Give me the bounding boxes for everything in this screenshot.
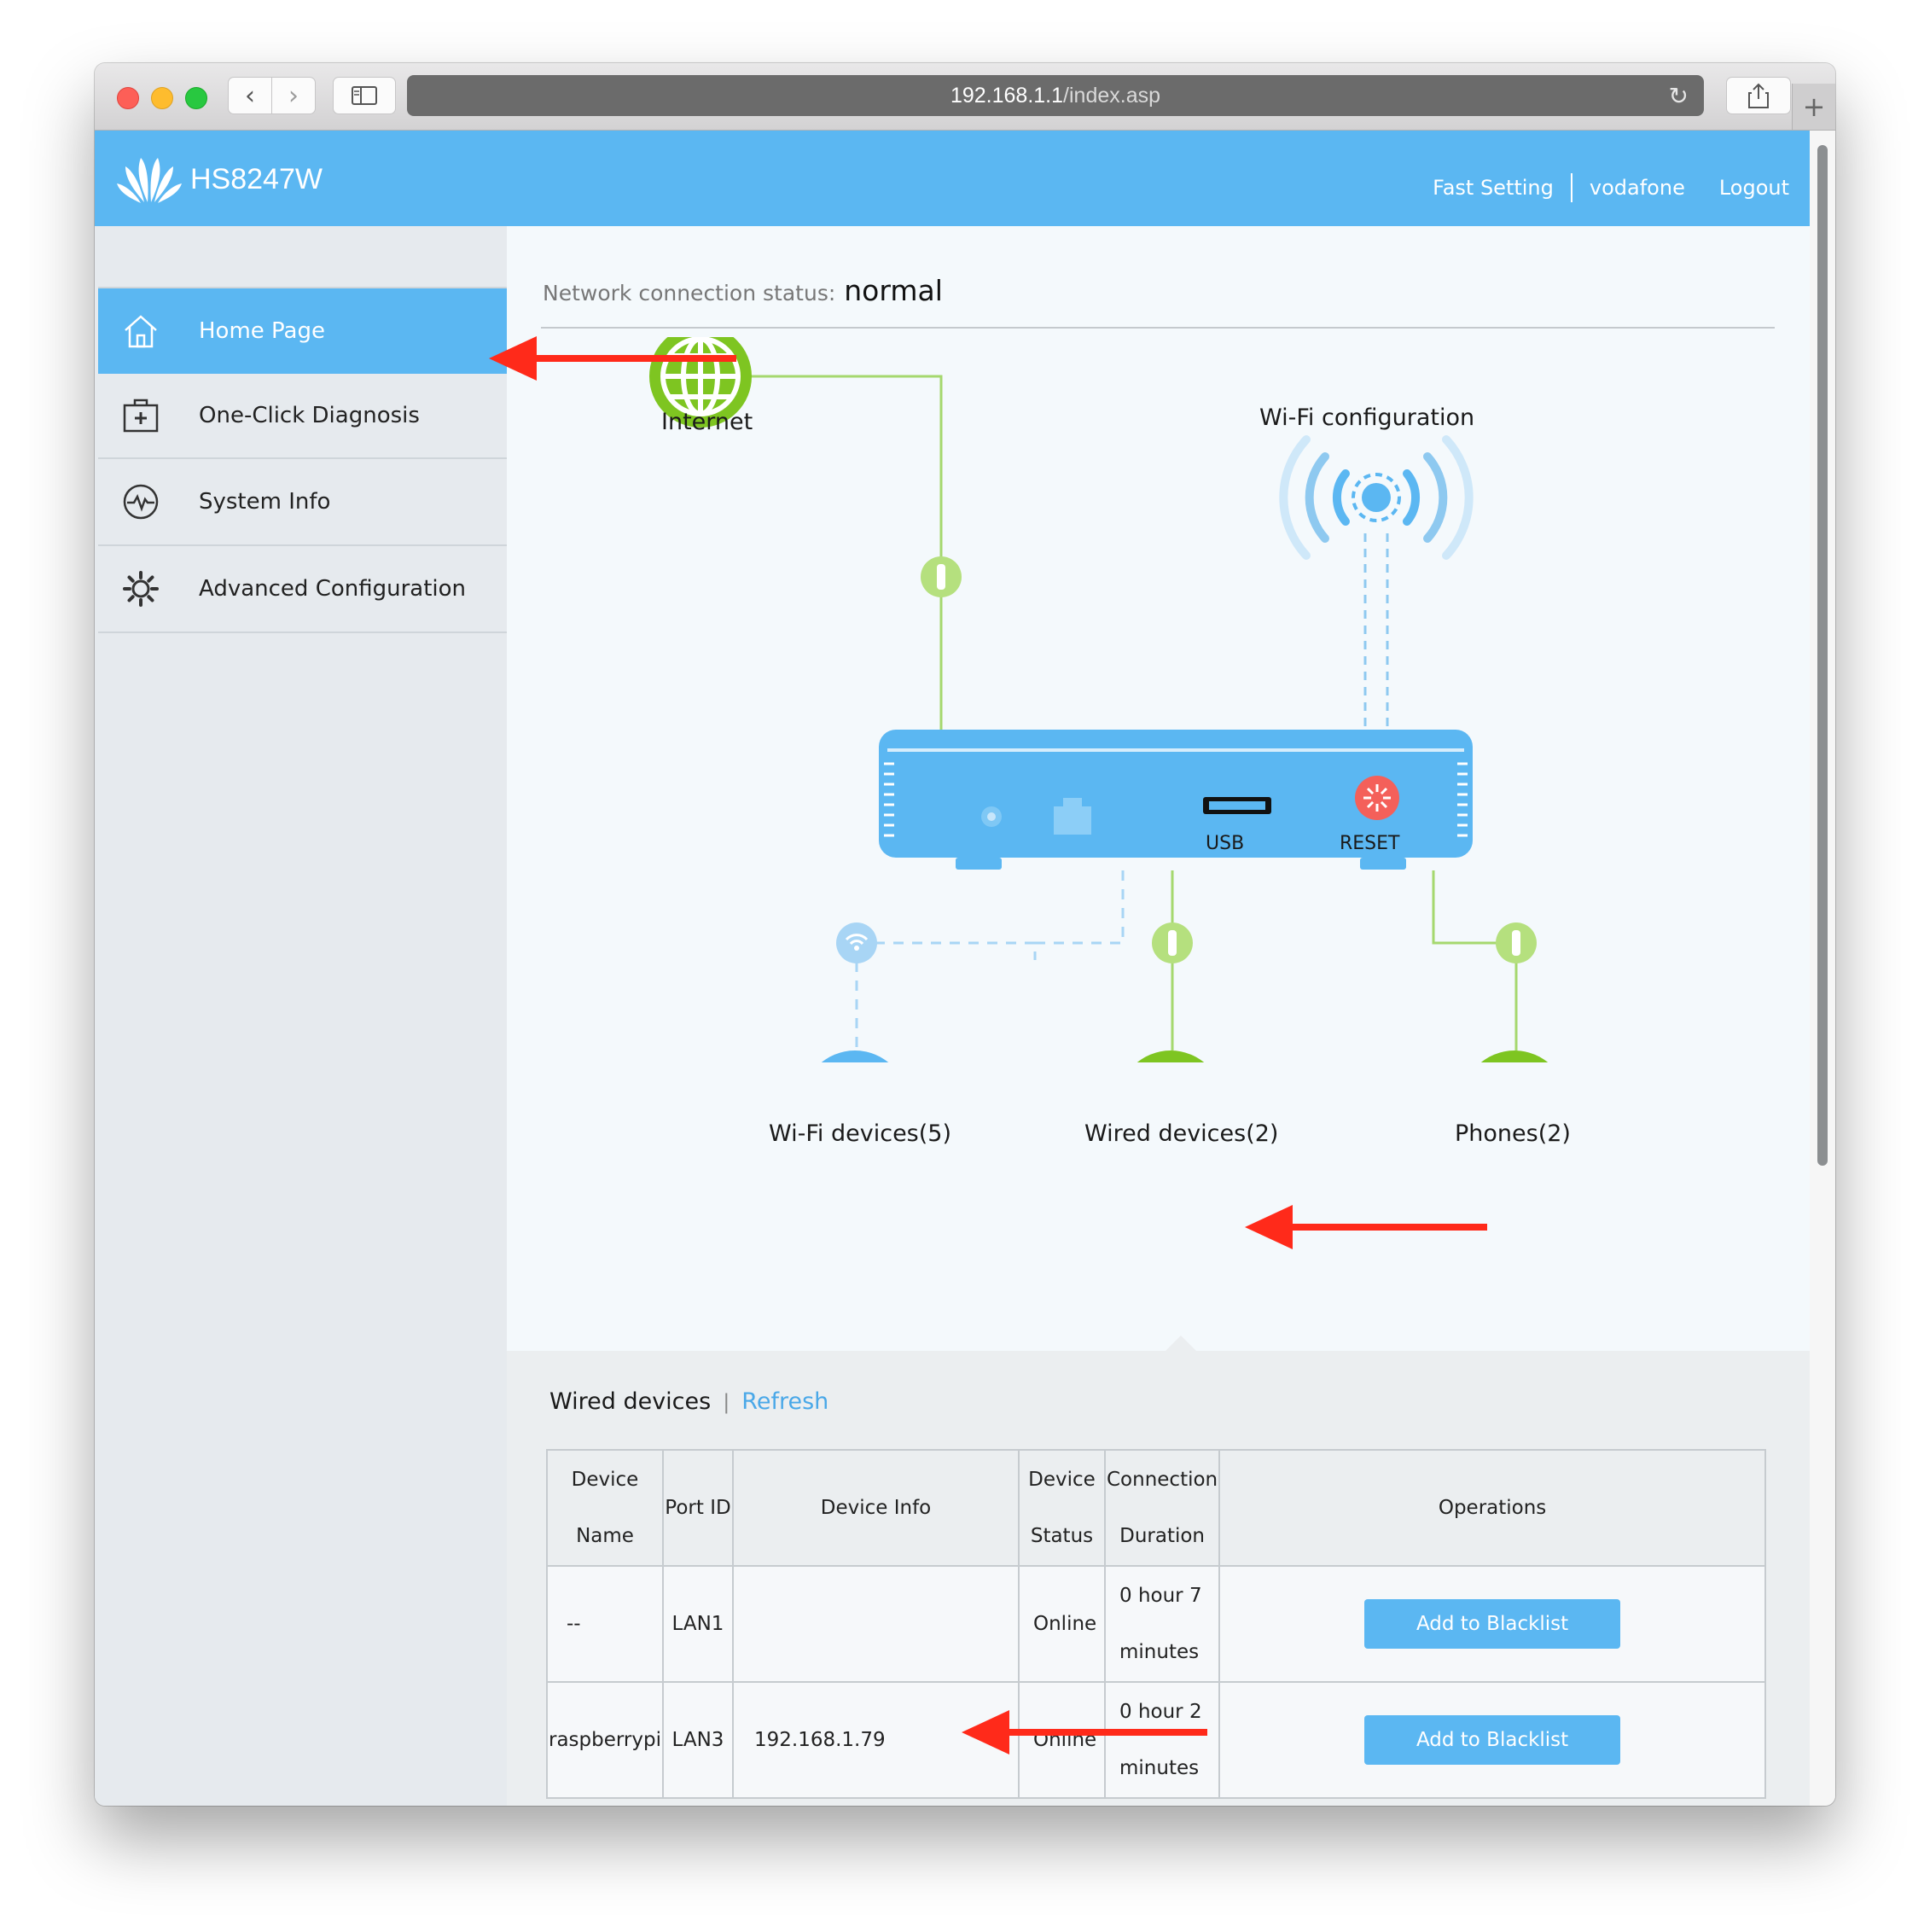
operations-cell: Add to Blacklist [1218, 1565, 1766, 1683]
wifi-devices-label[interactable]: Wi-Fi devices(5) [769, 1120, 951, 1147]
network-topology-diagram [649, 337, 1567, 1062]
sidebar-item-label: Advanced Configuration [199, 576, 467, 602]
internet-label: Internet [661, 409, 753, 435]
refresh-link[interactable]: Refresh [741, 1388, 828, 1415]
url-host: 192.168.1.1 [950, 83, 1064, 108]
fast-setting-link[interactable]: Fast Setting [1433, 176, 1554, 200]
wired-devices-label[interactable]: Wired devices(2) [1084, 1120, 1278, 1147]
network-status-label: Network connection status: [543, 281, 836, 306]
scrollbar-thumb[interactable] [1817, 145, 1828, 1166]
device-name-cell: raspberrypi [546, 1681, 664, 1799]
operations-cell: Add to Blacklist [1218, 1681, 1766, 1799]
cable-plug-icon [921, 556, 962, 597]
panel-title-separator: | [723, 1389, 730, 1414]
sidebar-item-label: One-Click Diagnosis [199, 403, 420, 428]
sidebar: Home Page One-Click Diagnosis System Inf… [95, 226, 507, 1806]
device-status-cell: Online [1018, 1565, 1106, 1683]
huawei-logo-icon [117, 158, 182, 203]
share-icon [1748, 83, 1769, 108]
device-info-cell [732, 1565, 1020, 1683]
header-divider [1570, 173, 1572, 202]
status-divider [541, 327, 1775, 329]
user-link[interactable]: vodafone [1590, 176, 1685, 200]
home-icon [120, 311, 161, 352]
new-tab-button[interactable]: + [1792, 84, 1835, 130]
sidebar-item-one-click-diagnosis[interactable]: One-Click Diagnosis [98, 374, 507, 459]
duration-unit: minutes [1119, 1641, 1200, 1663]
logout-link[interactable]: Logout [1719, 176, 1789, 200]
chevron-right-icon: › [288, 80, 299, 111]
sidebar-item-advanced-configuration[interactable]: Advanced Configuration [98, 546, 507, 633]
panel-title: Wired devices [549, 1388, 712, 1415]
column-header: Port ID [662, 1449, 734, 1567]
column-header: Connection Duration [1103, 1449, 1221, 1567]
app-header: HS8247W Fast Setting vodafone Logout [95, 131, 1810, 226]
sidebar-item-home-page[interactable]: Home Page [98, 288, 507, 374]
wired-devices-icon[interactable] [1118, 1050, 1224, 1062]
network-status-value: normal [844, 274, 943, 307]
column-header: Device Info [732, 1449, 1020, 1567]
browser-toolbar: ‹ › 192.168.1.1/index.asp ↻ + [95, 63, 1835, 131]
gear-icon [120, 568, 161, 609]
chevron-left-icon: ‹ [245, 80, 255, 111]
forward-button[interactable]: › [271, 77, 316, 114]
column-header: Device Name [546, 1449, 664, 1567]
main-content: Network connection status: normal Intern… [507, 226, 1810, 1806]
wifi-devices-icon[interactable] [802, 1050, 908, 1062]
diagnosis-kit-icon [120, 395, 161, 436]
pulse-icon [120, 481, 161, 522]
panel-pointer [1166, 1336, 1196, 1351]
phones-icon[interactable] [1462, 1050, 1567, 1062]
add-to-blacklist-button[interactable]: Add to Blacklist [1364, 1715, 1621, 1765]
url-path: /index.asp [1063, 83, 1161, 108]
browser-window: ‹ › 192.168.1.1/index.asp ↻ + HS8247W Fa… [95, 63, 1835, 1806]
wifi-configuration-link[interactable]: Wi-Fi configuration [1259, 404, 1474, 431]
reset-button-icon[interactable] [1355, 776, 1399, 820]
sidebar-item-label: Home Page [199, 318, 325, 344]
device-name-cell: -- [546, 1565, 664, 1683]
back-button[interactable]: ‹ [228, 77, 272, 114]
minimize-window-button[interactable] [151, 87, 173, 109]
column-header: Device Status [1018, 1449, 1106, 1567]
header-links: Fast Setting vodafone Logout [1433, 173, 1789, 202]
connection-duration-cell: 0 hour 7 minutes [1103, 1565, 1221, 1683]
port-id-cell: LAN1 [662, 1565, 734, 1683]
device-model-title: HS8247W [190, 163, 323, 195]
table-header-row: Device Name Port ID Device Info Device S… [546, 1449, 1766, 1567]
table-row: -- LAN1 Online 0 hour 7 minutes Add to B… [546, 1565, 1766, 1683]
sidebar-item-system-info[interactable]: System Info [98, 459, 507, 546]
zoom-window-button[interactable] [185, 87, 207, 109]
share-button[interactable] [1726, 77, 1791, 114]
cable-plug-icon [1152, 922, 1193, 963]
add-to-blacklist-button[interactable]: Add to Blacklist [1364, 1599, 1621, 1649]
network-status: Network connection status: normal [543, 274, 943, 307]
wifi-antenna-icon[interactable] [1279, 435, 1474, 560]
annotation-arrow-icon [962, 1710, 1207, 1755]
close-window-button[interactable] [117, 87, 139, 109]
panel-header: Wired devices | Refresh [549, 1388, 828, 1415]
port-id-cell: LAN3 [662, 1681, 734, 1799]
sidebar-icon [352, 86, 377, 105]
duration-value: 0 hour 7 [1119, 1585, 1202, 1607]
address-bar[interactable]: 192.168.1.1/index.asp ↻ [407, 75, 1704, 116]
reload-icon[interactable]: ↻ [1669, 82, 1689, 110]
reset-label: RESET [1340, 833, 1400, 854]
plus-icon: + [1802, 90, 1826, 123]
annotation-arrow-icon [1245, 1205, 1487, 1249]
cable-plug-icon [1496, 922, 1537, 963]
column-header: Operations [1218, 1449, 1766, 1567]
phones-label[interactable]: Phones(2) [1455, 1120, 1571, 1147]
sidebar-item-label: System Info [199, 489, 331, 515]
usb-label: USB [1206, 833, 1245, 854]
annotation-arrow-icon [489, 336, 736, 381]
wifi-signal-icon [836, 922, 877, 963]
sidebar-toggle-button[interactable] [333, 77, 396, 114]
